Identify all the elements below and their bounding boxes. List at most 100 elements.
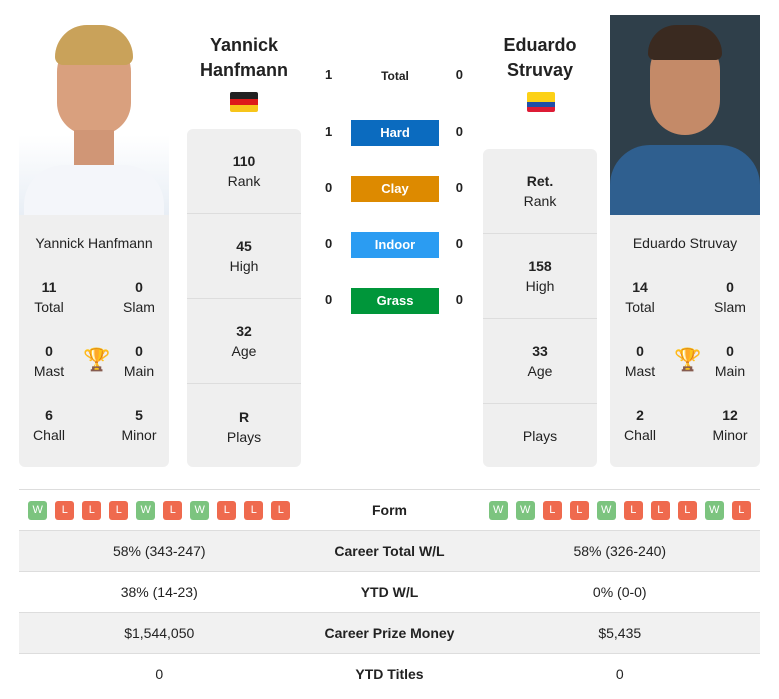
p2-chall-label: Chall xyxy=(624,427,656,443)
p1-ytd-wl: 38% (14-23) xyxy=(19,571,300,613)
form-label: Form xyxy=(299,489,480,531)
p2-total-label: Total xyxy=(625,299,655,315)
p2-ytd-titles: 0 xyxy=(479,653,760,695)
form-badge-loss[interactable]: L xyxy=(271,501,291,520)
p2-plays-label: Plays xyxy=(522,427,558,444)
player2-stats: Ret. Rank 158 High 33 Age Plays xyxy=(483,149,597,467)
p2-high-value: 158 xyxy=(528,258,552,274)
player1-photo xyxy=(19,15,169,215)
player1-card: Yannick Hanfmann 11 Total 0 Slam 0 Mast 🏆 0… xyxy=(19,215,169,467)
p2-slam-value: 0 xyxy=(726,279,734,295)
ytd-titles-row: 0 YTD Titles 0 xyxy=(19,653,760,695)
colombia-flag-icon xyxy=(527,92,555,112)
p2-main-value: 0 xyxy=(726,343,734,359)
career-wl-label: Career Total W/L xyxy=(299,530,480,572)
form-badge-loss[interactable]: L xyxy=(542,501,562,520)
player2-card: Eduardo Struvay 14 Total 0 Slam 0 Mast 🏆 0 M… xyxy=(610,215,760,467)
p2-minor-value: 12 xyxy=(722,407,738,423)
p1-rank-label: Rank xyxy=(227,173,261,189)
ytd-titles-label: YTD Titles xyxy=(299,653,480,695)
player1-name[interactable]: Yannick Hanfmann xyxy=(179,33,309,83)
h2h-grass: 0 Grass 0 xyxy=(320,288,470,314)
player1-stats: 110 Rank 45 High 32 Age R Plays xyxy=(187,129,301,467)
form-badge-loss[interactable]: L xyxy=(731,501,751,520)
p2-form: WWLLWLLLWL xyxy=(479,489,760,531)
p1-minor-value: 5 xyxy=(135,407,143,423)
h2h-total: 1 Total 0 xyxy=(325,67,463,83)
career-wl-row: 58% (343-247) Career Total W/L 58% (326-24… xyxy=(19,530,760,572)
trophy-icon: 🏆 xyxy=(83,347,111,372)
p1-plays-value: R xyxy=(238,408,250,425)
p1-mast-label: Mast xyxy=(33,363,65,379)
player2-full-name: Eduardo Struvay xyxy=(632,235,738,251)
p1-main-label: Main xyxy=(123,363,155,379)
player1-full-name: Yannick Hanfmann xyxy=(35,235,153,251)
form-badge-loss[interactable]: L xyxy=(217,501,237,520)
form-badge-loss[interactable]: L xyxy=(569,501,589,520)
p1-main-value: 0 xyxy=(135,343,143,359)
form-badge-win[interactable]: W xyxy=(28,501,48,520)
form-badge-win[interactable]: W xyxy=(136,501,156,520)
player2-name[interactable]: Eduardo Struvay xyxy=(475,33,605,83)
ytd-wl-label: YTD W/L xyxy=(299,571,480,613)
form-badge-loss[interactable]: L xyxy=(163,501,183,520)
form-badge-win[interactable]: W xyxy=(704,501,724,520)
p1-age-label: Age xyxy=(231,343,257,359)
form-badge-loss[interactable]: L xyxy=(650,501,670,520)
p1-slam-value: 0 xyxy=(135,279,143,295)
p1-slam-label: Slam xyxy=(123,299,155,315)
h2h-hard: 1 Hard 0 xyxy=(320,120,470,146)
grass-surface-button[interactable]: Grass xyxy=(351,288,439,314)
p2-ytd-wl: 0% (0-0) xyxy=(479,571,760,613)
p1-total-value: 11 xyxy=(41,279,57,295)
p1-rank-value: 110 xyxy=(232,153,256,169)
p1-prize: $1,544,050 xyxy=(19,612,300,654)
form-badge-loss[interactable]: L xyxy=(244,501,264,520)
form-badge-loss[interactable]: L xyxy=(109,501,129,520)
indoor-surface-button[interactable]: Indoor xyxy=(351,232,439,258)
p2-rank-value: Ret. xyxy=(526,173,554,189)
p2-chall-value: 2 xyxy=(636,407,644,423)
form-badge-win[interactable]: W xyxy=(515,501,535,520)
form-badge-win[interactable]: W xyxy=(596,501,616,520)
p1-total-label: Total xyxy=(34,299,64,315)
clay-surface-button[interactable]: Clay xyxy=(351,176,439,202)
p2-main-label: Main xyxy=(714,363,746,379)
form-badge-loss[interactable]: L xyxy=(82,501,102,520)
p2-high-label: High xyxy=(525,278,555,294)
form-badge-win[interactable]: W xyxy=(190,501,210,520)
p1-chall-label: Chall xyxy=(33,427,65,443)
p2-prize: $5,435 xyxy=(479,612,760,654)
p2-slam-label: Slam xyxy=(714,299,746,315)
p2-career-wl: 58% (326-240) xyxy=(479,530,760,572)
hard-surface-button[interactable]: Hard xyxy=(351,120,439,146)
germany-flag-icon xyxy=(230,92,258,112)
p1-minor-label: Minor xyxy=(121,427,157,443)
p2-total-value: 14 xyxy=(632,279,648,295)
player2-photo xyxy=(610,15,760,215)
prize-label: Career Prize Money xyxy=(299,612,480,654)
comparison-table: W L L L W L W L L L Form W W L L W L L L W L 58% (343-247) Ca… xyxy=(19,489,760,695)
p1-high-value: 45 xyxy=(236,238,252,254)
form-badge-loss[interactable]: L xyxy=(623,501,643,520)
p2-mast-value: 0 xyxy=(636,343,644,359)
p2-age-label: Age xyxy=(527,363,553,379)
prize-row: $1,544,050 Career Prize Money $5,435 xyxy=(19,612,760,654)
p1-age-value: 32 xyxy=(236,323,252,339)
trophy-icon: 🏆 xyxy=(674,347,702,372)
p1-plays-label: Plays xyxy=(226,428,262,445)
p2-mast-label: Mast xyxy=(624,363,656,379)
h2h-clay: 0 Clay 0 xyxy=(320,176,470,202)
form-badge-loss[interactable]: L xyxy=(55,501,75,520)
p2-age-value: 33 xyxy=(532,343,548,359)
p1-ytd-titles: 0 xyxy=(19,653,300,695)
p1-chall-value: 6 xyxy=(45,407,53,423)
form-badge-loss[interactable]: L xyxy=(677,501,697,520)
form-row: W L L L W L W L L L Form W W L L W L L L W L xyxy=(19,489,760,531)
p1-form: WLLLWLWLLL xyxy=(19,489,300,531)
p2-minor-label: Minor xyxy=(712,427,748,443)
p1-high-label: High xyxy=(229,258,259,274)
ytd-wl-row: 38% (14-23) YTD W/L 0% (0-0) xyxy=(19,571,760,613)
h2h-indoor: 0 Indoor 0 xyxy=(320,232,470,258)
form-badge-win[interactable]: W xyxy=(488,501,508,520)
